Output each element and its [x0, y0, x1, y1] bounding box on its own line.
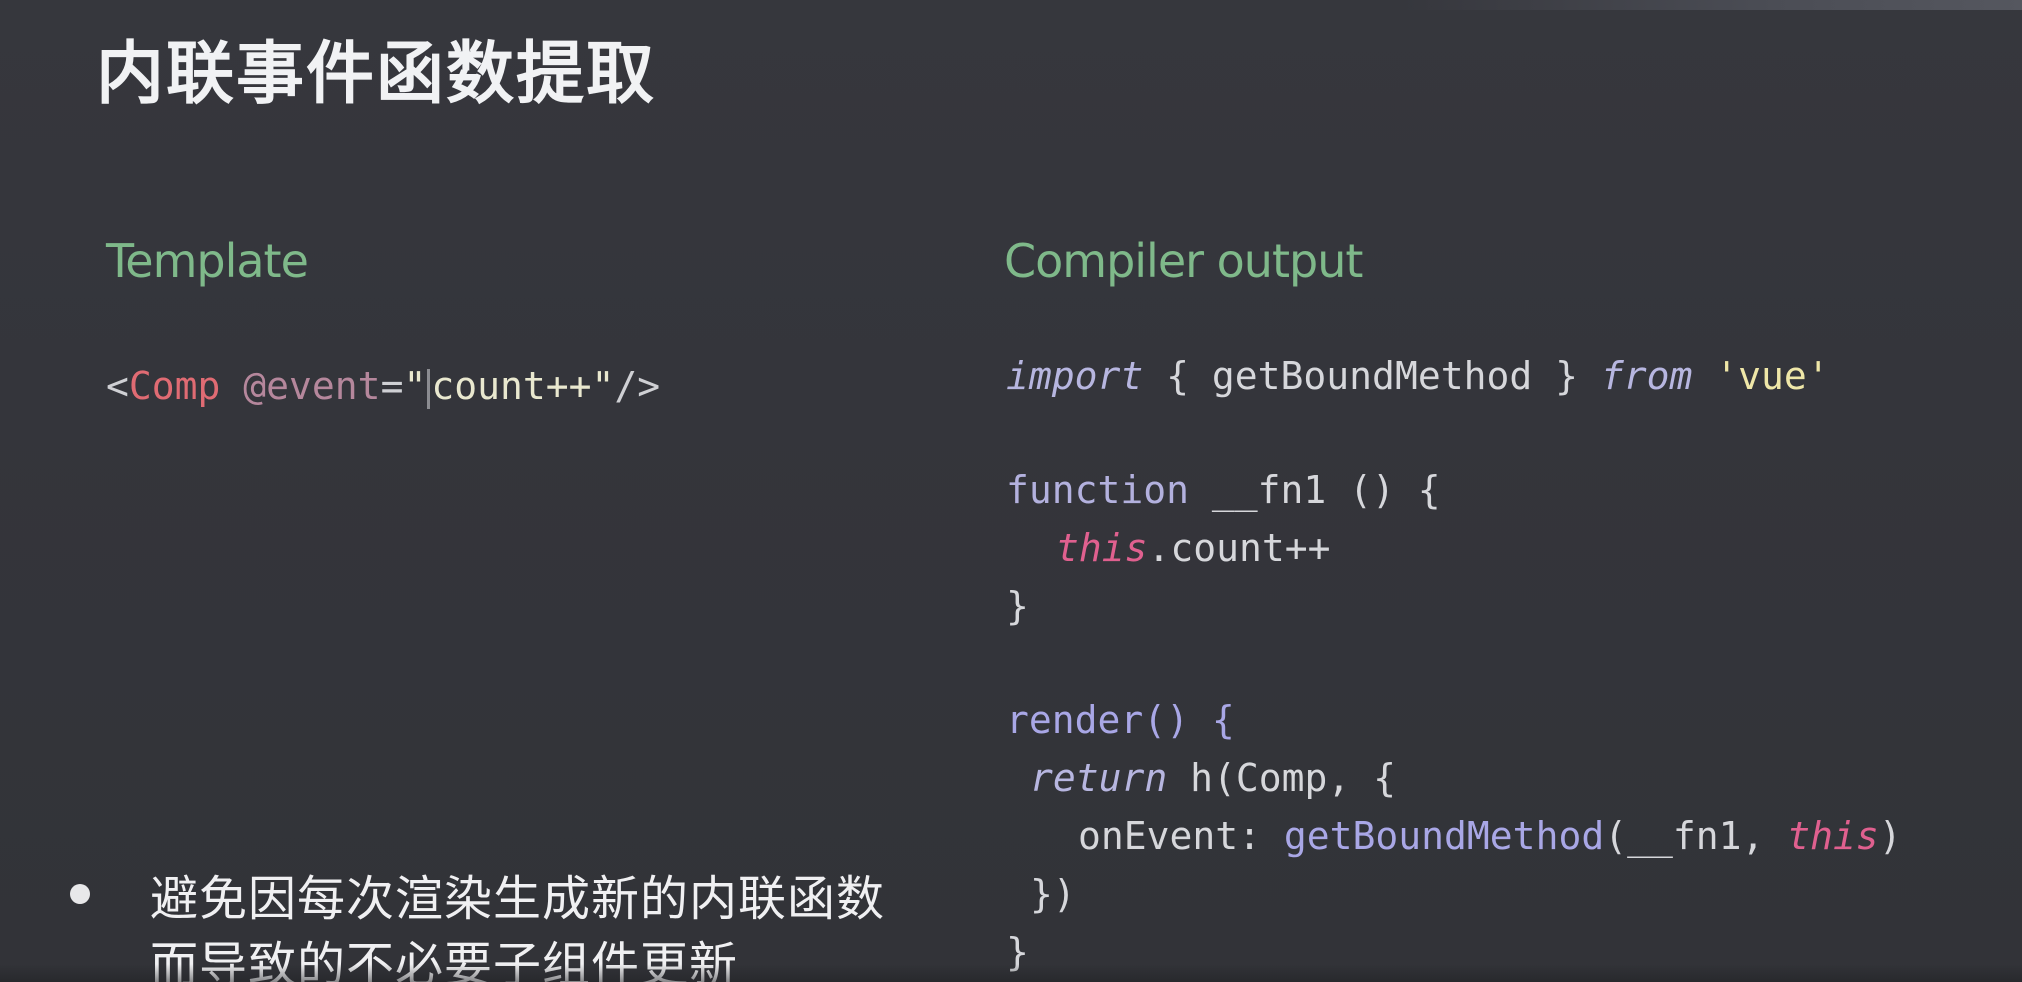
code-this: this	[1056, 526, 1148, 570]
code-token: =	[380, 364, 404, 408]
code-token-component: Comp	[128, 364, 221, 408]
code-token: "	[403, 364, 427, 408]
top-strip	[1402, 0, 2022, 10]
text-cursor	[427, 368, 431, 409]
code-keyword: from	[1600, 354, 1693, 398]
code-keyword: import	[1006, 354, 1144, 398]
code-token: <	[106, 364, 129, 408]
code-token: render() {	[1006, 698, 1235, 742]
code-token: (__fn1,	[1604, 814, 1788, 858]
slide: 内联事件函数提取 Template Compiler output <Comp …	[0, 0, 2022, 982]
code-string: 'vue'	[1692, 354, 1830, 398]
code-token: })	[1030, 872, 1076, 916]
code-line: render() {	[1006, 698, 1235, 742]
code-token-attr: @event	[243, 364, 381, 408]
code-call: getBoundMethod	[1283, 814, 1605, 858]
code-token: h(Comp, {	[1167, 756, 1397, 800]
template-code: <Comp @event=" count++"/>	[106, 364, 660, 409]
code-token: }	[1006, 584, 1029, 628]
code-line: this.count++	[1056, 526, 1331, 570]
code-line: }	[1006, 584, 1029, 628]
code-this: this	[1787, 814, 1879, 858]
compiler-output-heading: Compiler output	[1004, 234, 1363, 288]
code-line: import { getBoundMethod } from 'vue'	[1006, 354, 1830, 398]
code-token-string: count++"	[431, 364, 615, 408]
bullet-dot	[70, 884, 90, 904]
code-token: />	[614, 364, 661, 408]
code-token: { getBoundMethod }	[1143, 354, 1601, 398]
code-token: onEvent:	[1078, 814, 1284, 858]
code-line: onEvent: getBoundMethod(__fn1, this)	[1078, 814, 1902, 858]
code-token: __fn1 () {	[1189, 468, 1441, 512]
code-keyword: function	[1006, 468, 1190, 512]
code-token: .count++	[1147, 526, 1331, 570]
template-heading: Template	[106, 234, 309, 288]
slide-title: 内联事件函数提取	[96, 35, 657, 114]
compiler-output-code: import { getBoundMethod } from 'vue' fun…	[0, 0, 1902, 974]
code-line: return h(Comp, {	[1030, 756, 1396, 800]
code-line: })	[1030, 872, 1076, 916]
code-keyword: return	[1030, 756, 1168, 800]
code-token: )	[1878, 814, 1902, 858]
bottom-shade	[0, 964, 2022, 982]
code-line: function __fn1 () {	[1006, 468, 1441, 512]
